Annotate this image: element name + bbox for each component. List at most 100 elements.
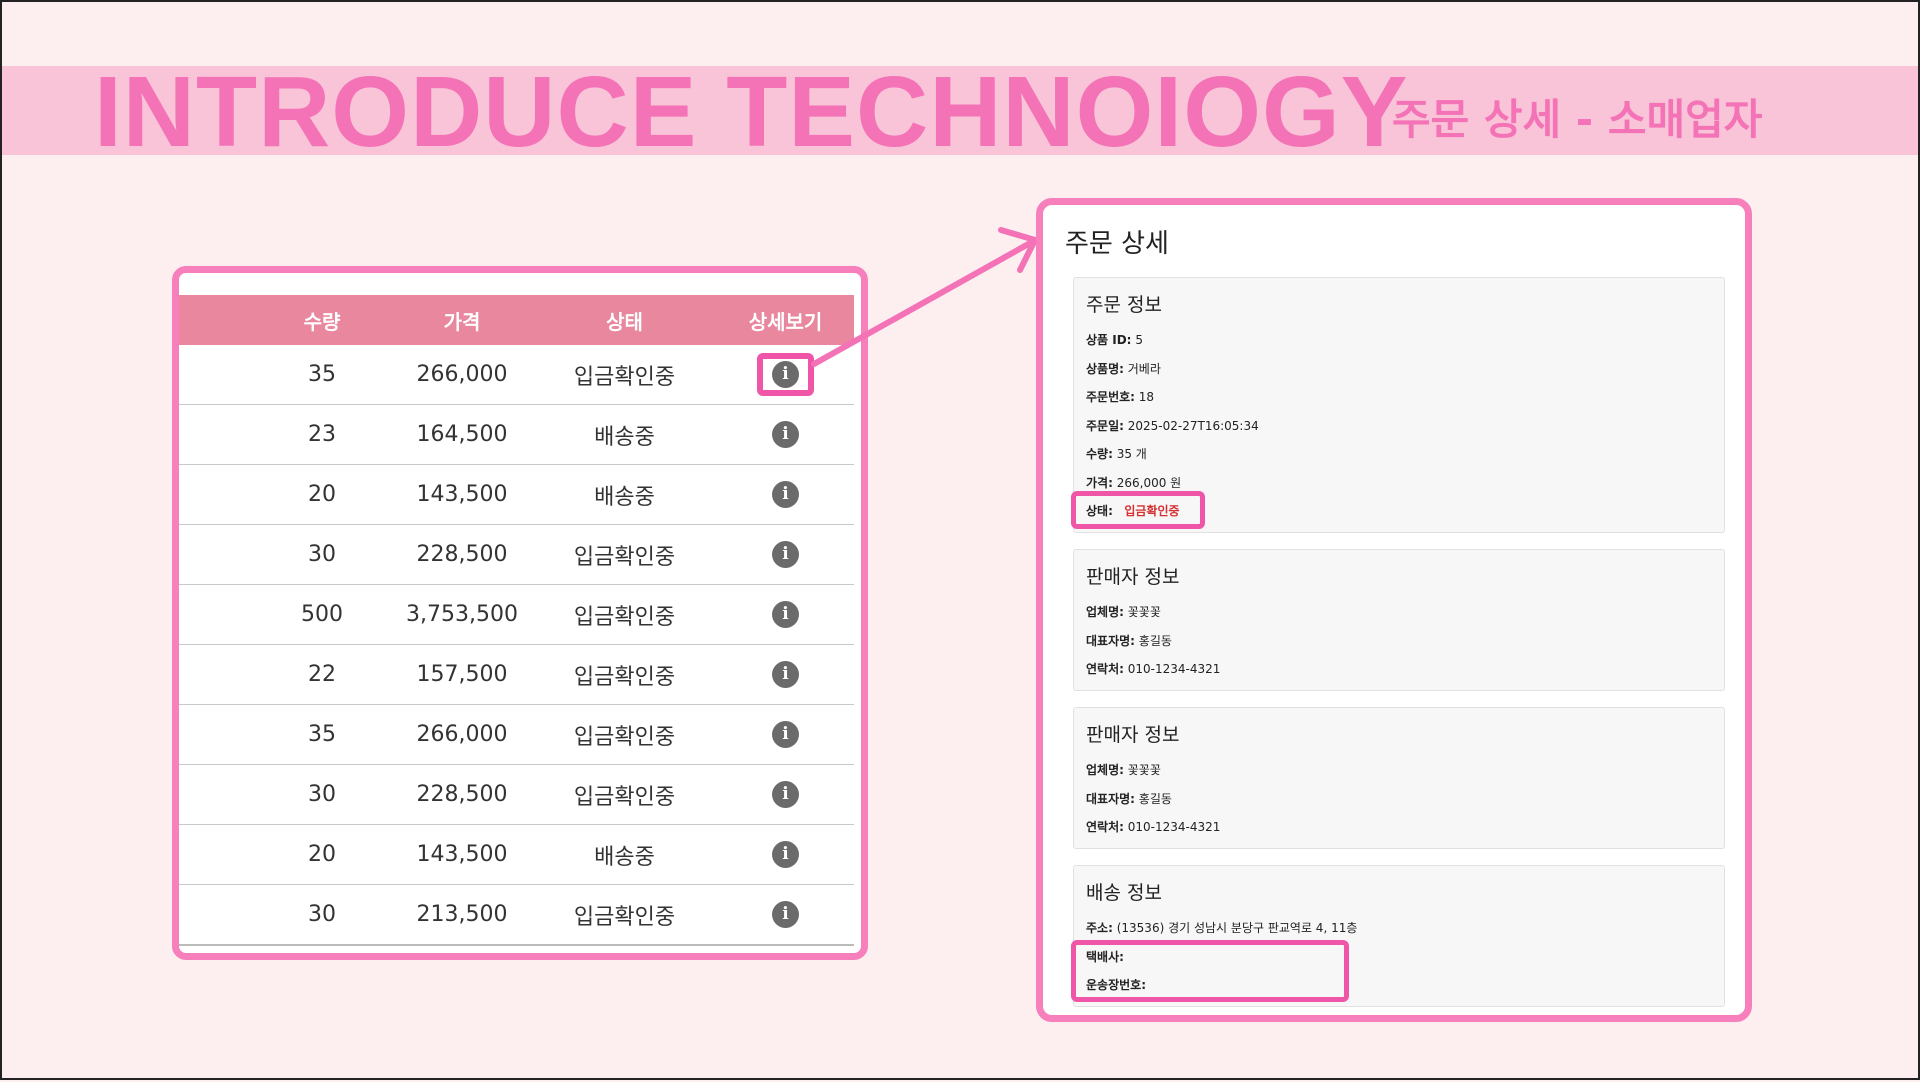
view-detail-button[interactable]: i bbox=[759, 655, 812, 694]
seller-info-card-1: 판매자 정보 업체명: 꽃꽃꽃 대표자명: 홍길동 연락처: 010-1234-… bbox=[1073, 549, 1725, 691]
detail-cell: i bbox=[717, 404, 854, 465]
view-detail-button[interactable]: i bbox=[759, 775, 812, 814]
row-blank-cell bbox=[179, 524, 252, 585]
row-blank-cell bbox=[179, 345, 252, 405]
ceo-value: 홍길동 bbox=[1138, 791, 1172, 806]
delivery-highlight bbox=[1071, 940, 1349, 1002]
info-icon[interactable]: i bbox=[772, 481, 799, 508]
view-detail-button[interactable]: i bbox=[759, 895, 812, 934]
table-row: 30 228,500 입금확인중 i bbox=[179, 524, 854, 585]
detail-cell: i bbox=[717, 764, 854, 825]
address-value: (13536) 경기 성남시 분당구 판교역로 4, 11층 bbox=[1116, 921, 1358, 935]
contact-value: 010-1234-4321 bbox=[1127, 820, 1221, 834]
table-row: 23 164,500 배송중 i bbox=[179, 404, 854, 465]
seller-info-heading: 판매자 정보 bbox=[1086, 566, 1180, 588]
contact-value: 010-1234-4321 bbox=[1127, 662, 1221, 676]
order-info-card: 주문 정보 상품 ID: 5 상품명: 거베라 주문번호: 18 주문일: 20… bbox=[1071, 277, 1725, 533]
table-row: 500 3,753,500 입금확인중 i bbox=[179, 584, 854, 645]
table-row: 35 266,000 입금확인중 i bbox=[179, 704, 854, 765]
status-cell: 입금확인중 bbox=[532, 884, 717, 946]
table-row: 20 143,500 배송중 i bbox=[179, 464, 854, 525]
qty-cell: 30 bbox=[252, 884, 392, 946]
qty-cell: 22 bbox=[252, 644, 392, 705]
order-number-value: 18 bbox=[1138, 390, 1155, 404]
page-subtitle: 주문 상세 - 소매업자 bbox=[1392, 95, 1763, 144]
price-cell: 266,000 bbox=[392, 704, 532, 765]
product-id-row: 상품 ID: 5 bbox=[1086, 333, 1143, 347]
qty-cell: 35 bbox=[252, 345, 392, 405]
seller-info-card-2: 판매자 정보 업체명: 꽃꽃꽃 대표자명: 홍길동 연락처: 010-1234-… bbox=[1073, 707, 1725, 849]
info-icon[interactable]: i bbox=[772, 661, 799, 688]
qty-cell: 23 bbox=[252, 404, 392, 465]
row-blank-cell bbox=[179, 584, 252, 645]
view-detail-button[interactable]: i bbox=[759, 835, 812, 874]
view-detail-button[interactable]: i bbox=[757, 353, 814, 396]
view-detail-button[interactable]: i bbox=[759, 715, 812, 754]
view-detail-button[interactable]: i bbox=[759, 475, 812, 514]
order-detail-panel: 주문 상세 주문 정보 상품 ID: 5 상품명: 거베라 주문번호: 18 주… bbox=[1036, 198, 1752, 1022]
qty-cell: 30 bbox=[252, 524, 392, 585]
quantity-row: 수량: 35 개 bbox=[1086, 447, 1147, 461]
delivery-info-card: 배송 정보 주소: (13536) 경기 성남시 분당구 판교역로 4, 11층… bbox=[1071, 865, 1725, 1007]
info-icon[interactable]: i bbox=[772, 721, 799, 748]
qty-cell: 30 bbox=[252, 764, 392, 825]
view-detail-button[interactable]: i bbox=[759, 595, 812, 634]
info-icon[interactable]: i bbox=[772, 901, 799, 928]
column-header-status: 상태 bbox=[532, 295, 717, 345]
row-blank-cell bbox=[179, 824, 252, 885]
order-table-body: 35 266,000 입금확인중 i 23 164,500 배송중 i 20 143,500 배송중… bbox=[179, 345, 854, 946]
seller-info-heading: 판매자 정보 bbox=[1086, 724, 1180, 746]
detail-cell: i bbox=[717, 824, 854, 885]
product-id-value: 5 bbox=[1135, 333, 1143, 347]
quantity-value: 35 개 bbox=[1116, 447, 1147, 461]
contact-row: 연락처: 010-1234-4321 bbox=[1086, 820, 1221, 834]
view-detail-button[interactable]: i bbox=[759, 415, 812, 454]
qty-cell: 20 bbox=[252, 464, 392, 525]
status-cell: 입금확인중 bbox=[532, 345, 717, 405]
table-row: 22 157,500 입금확인중 i bbox=[179, 644, 854, 705]
table-row: 20 143,500 배송중 i bbox=[179, 824, 854, 885]
status-cell: 배송중 bbox=[532, 404, 717, 465]
price-cell: 266,000 bbox=[392, 345, 532, 405]
detail-cell: i bbox=[717, 464, 854, 525]
detail-cell: i bbox=[717, 644, 854, 705]
info-icon[interactable]: i bbox=[772, 361, 799, 388]
price-cell: 213,500 bbox=[392, 884, 532, 946]
price-cell: 3,753,500 bbox=[392, 584, 532, 645]
company-value: 꽃꽃꽃 bbox=[1127, 763, 1161, 777]
price-value: 266,000 원 bbox=[1116, 475, 1182, 490]
info-icon[interactable]: i bbox=[772, 421, 799, 448]
row-blank-cell bbox=[179, 404, 252, 465]
info-icon[interactable]: i bbox=[772, 541, 799, 568]
detail-cell: i bbox=[717, 524, 854, 585]
detail-cell: i bbox=[717, 884, 854, 946]
table-header-row: 수량 가격 상태 상세보기 bbox=[179, 295, 854, 345]
order-list-panel: 수량 가격 상태 상세보기 35 266,000 입금확인중 i 23 164,500 배송… bbox=[172, 266, 868, 960]
order-date-value: 2025-02-27T16:05:34 bbox=[1127, 418, 1259, 433]
info-icon[interactable]: i bbox=[772, 601, 799, 628]
column-header-blank bbox=[179, 295, 252, 345]
status-cell: 입금확인중 bbox=[532, 584, 717, 645]
ceo-value: 홍길동 bbox=[1138, 633, 1172, 648]
price-cell: 157,500 bbox=[392, 644, 532, 705]
order-info-heading: 주문 정보 bbox=[1086, 294, 1162, 316]
info-icon[interactable]: i bbox=[772, 841, 799, 868]
address-row: 주소: (13536) 경기 성남시 분당구 판교역로 4, 11층 bbox=[1086, 921, 1358, 935]
qty-cell: 35 bbox=[252, 704, 392, 765]
table-row: 30 228,500 입금확인중 i bbox=[179, 764, 854, 825]
info-icon[interactable]: i bbox=[772, 781, 799, 808]
view-detail-button[interactable]: i bbox=[759, 535, 812, 574]
row-blank-cell bbox=[179, 764, 252, 825]
detail-cell: i bbox=[717, 584, 854, 645]
qty-cell: 20 bbox=[252, 824, 392, 885]
status-cell: 배송중 bbox=[532, 824, 717, 885]
ceo-row: 대표자명: 홍길동 bbox=[1086, 633, 1172, 648]
company-row: 업체명: 꽃꽃꽃 bbox=[1086, 763, 1161, 777]
row-blank-cell bbox=[179, 644, 252, 705]
company-value: 꽃꽃꽃 bbox=[1127, 605, 1161, 619]
order-date-row: 주문일: 2025-02-27T16:05:34 bbox=[1086, 418, 1259, 433]
order-table: 수량 가격 상태 상세보기 35 266,000 입금확인중 i 23 164,500 배송… bbox=[179, 295, 854, 946]
status-cell: 배송중 bbox=[532, 464, 717, 525]
row-blank-cell bbox=[179, 884, 252, 946]
status-cell: 입금확인중 bbox=[532, 704, 717, 765]
